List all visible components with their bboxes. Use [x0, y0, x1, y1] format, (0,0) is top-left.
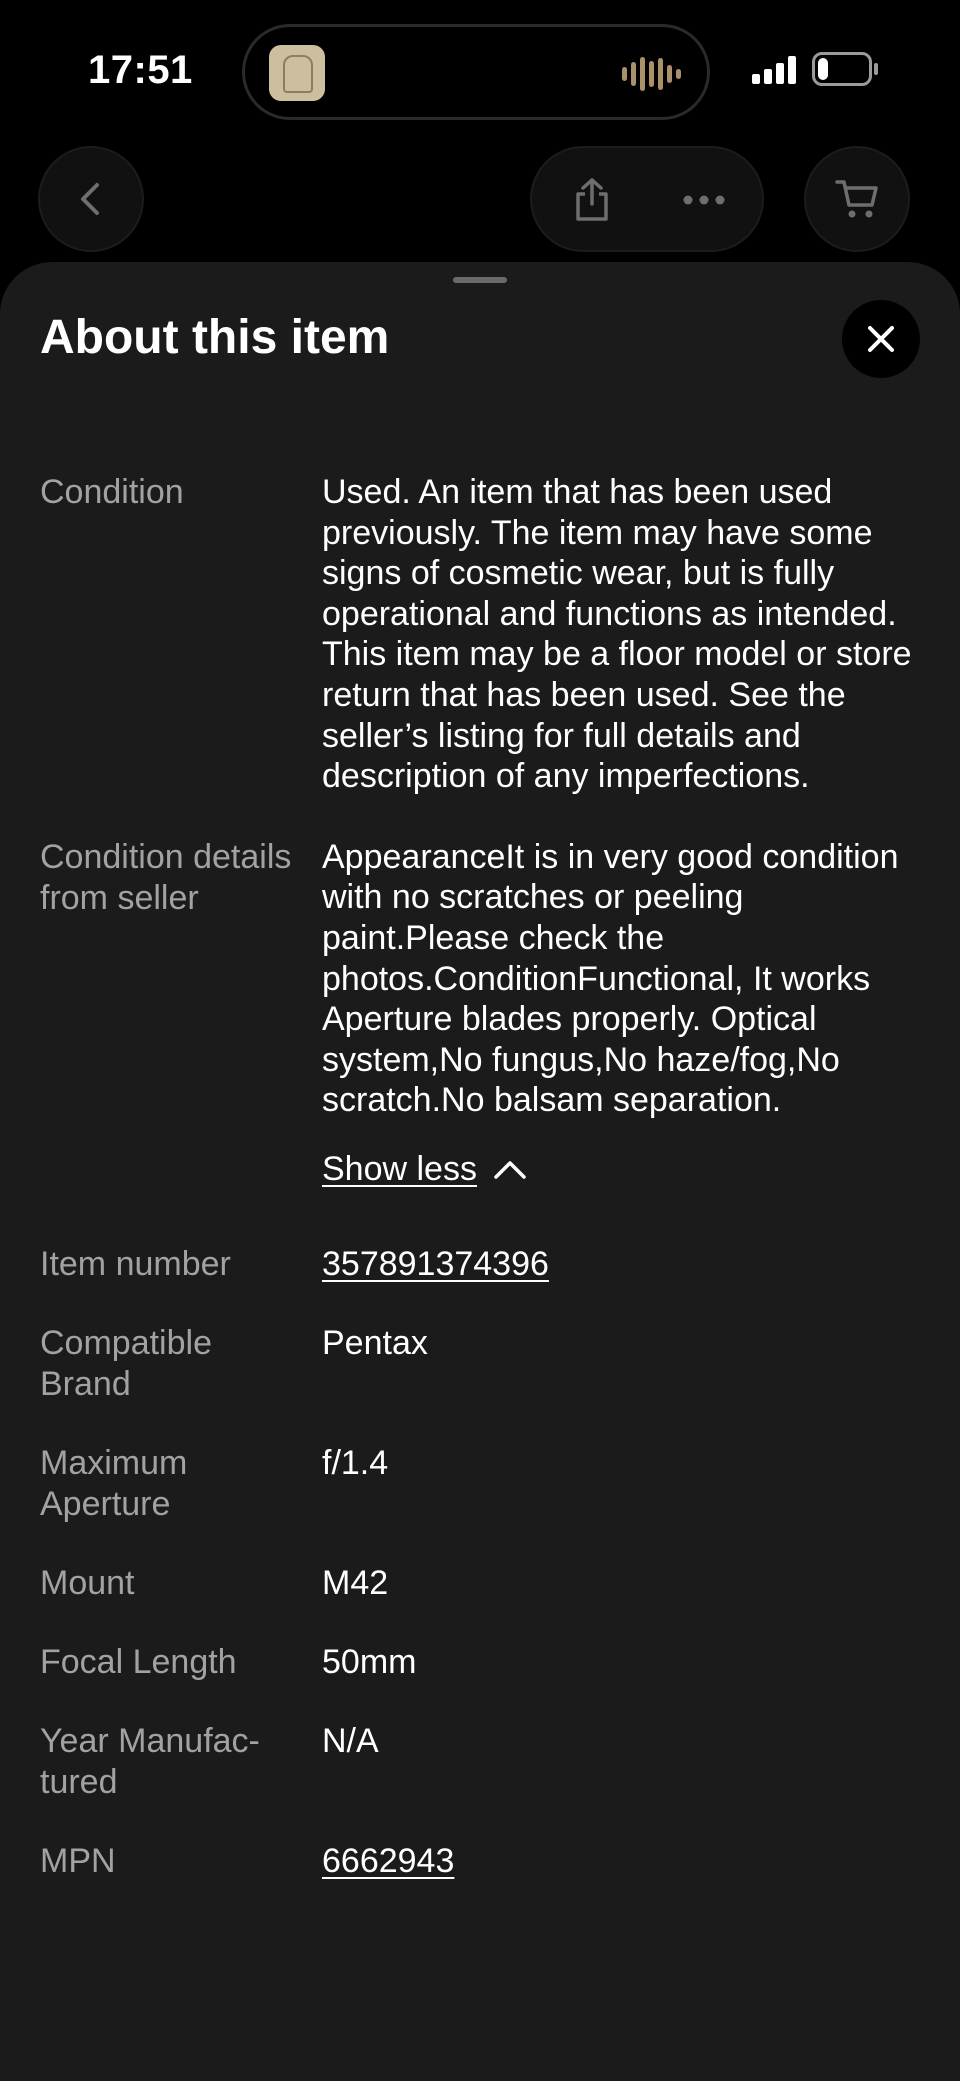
spec-row-seller-condition: Condition details from seller Appearance… — [40, 837, 920, 1190]
show-less-label: Show less — [322, 1149, 477, 1188]
spec-row-mount: Mount M42 — [40, 1563, 920, 1604]
battery-percent: 21 — [829, 56, 855, 81]
spec-label: Compatible Brand — [40, 1323, 212, 1403]
cellular-signal-icon — [752, 56, 796, 84]
screen: 17:51 21 About this item Condition Used.… — [0, 0, 960, 2081]
spec-row-compatible-brand: Compatible Brand Pentax — [40, 1323, 920, 1405]
spec-label: MPN — [40, 1841, 116, 1880]
back-button[interactable] — [38, 146, 144, 252]
spec-label: Condition — [40, 473, 184, 511]
now-playing-artwork — [269, 45, 325, 101]
spec-row-focal-length: Focal Length 50mm — [40, 1642, 920, 1683]
action-pill — [530, 146, 764, 252]
item-number-link[interactable]: 357891374396 — [322, 1245, 549, 1283]
chevron-up-icon — [494, 1161, 526, 1179]
battery-nub — [874, 63, 878, 75]
status-time: 17:51 — [88, 48, 193, 92]
spec-row-mpn: MPN 6662943 — [40, 1841, 920, 1882]
spec-label: Item number — [40, 1244, 231, 1283]
spec-value: Used. An item that has been used previou… — [322, 473, 912, 796]
close-button[interactable] — [842, 300, 920, 378]
chevron-left-icon — [81, 183, 99, 215]
audio-waveform-icon — [622, 57, 681, 91]
close-icon — [868, 326, 894, 352]
spec-row-year-manufactured: Year Manufac-tured N/A — [40, 1721, 920, 1803]
status-bar: 17:51 21 — [0, 0, 960, 140]
spec-label: Year Manufac-tured — [40, 1721, 260, 1801]
cart-icon — [835, 180, 878, 218]
item-specifics: Condition Used. An item that has been us… — [40, 472, 920, 1920]
spec-value: f/1.4 — [322, 1443, 389, 1482]
spec-value: 50mm — [322, 1642, 417, 1681]
spec-value: Pentax — [322, 1323, 428, 1362]
spec-label: Focal Length — [40, 1642, 237, 1681]
show-less-button[interactable]: Show less — [322, 1149, 527, 1190]
battery-icon: 21 — [812, 52, 872, 86]
dynamic-island[interactable] — [242, 24, 710, 120]
about-item-sheet: About this item Condition Used. An item … — [0, 262, 960, 2081]
spec-label: Condition details from seller — [40, 837, 292, 917]
spec-value: M42 — [322, 1563, 389, 1602]
spec-value-block: AppearanceIt is in very good condition w… — [322, 837, 920, 1190]
more-options-button[interactable] — [664, 168, 744, 232]
cart-button[interactable] — [804, 146, 910, 252]
spec-row-maximum-aperture: Maximum Aperture f/1.4 — [40, 1443, 920, 1525]
share-icon — [576, 178, 608, 221]
spec-label: Mount — [40, 1563, 135, 1602]
spec-row-item-number: Item number 357891374396 — [40, 1244, 920, 1285]
sheet-title: About this item — [40, 311, 390, 364]
spec-row-condition: Condition Used. An item that has been us… — [40, 472, 920, 797]
spec-value: AppearanceIt is in very good condition w… — [322, 837, 899, 1120]
spec-label: Maximum Aperture — [40, 1443, 188, 1523]
sheet-grabber[interactable] — [453, 277, 507, 283]
share-button[interactable] — [560, 168, 624, 232]
mpn-link[interactable]: 6662943 — [322, 1842, 454, 1880]
ellipsis-icon — [683, 195, 725, 205]
spec-value: N/A — [322, 1721, 379, 1760]
